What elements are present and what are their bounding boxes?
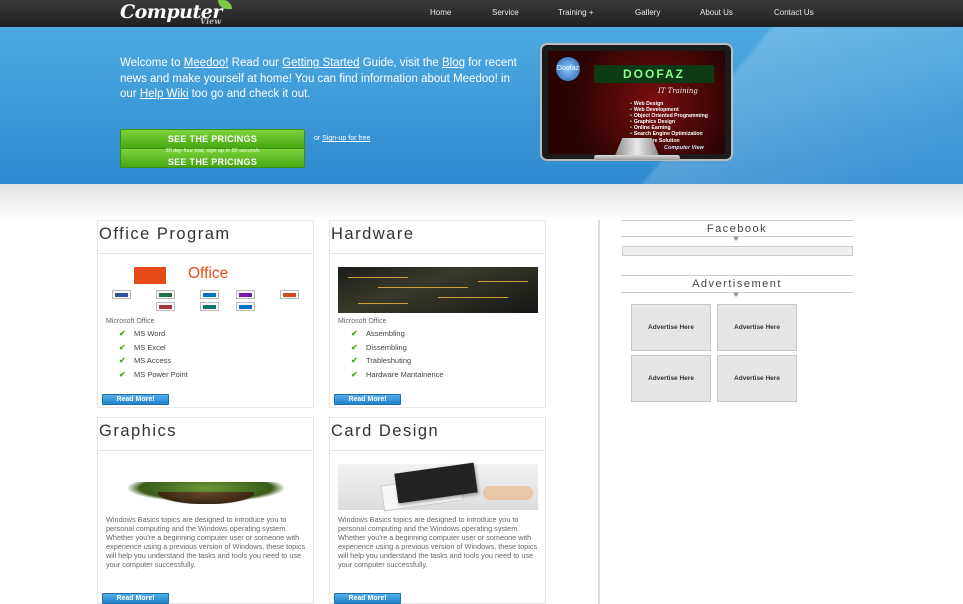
meedoo-link[interactable]: Meedoo! [184,57,229,69]
onenote-icon [236,290,255,299]
card-design-image [338,462,538,512]
screen-footer: Computer View [664,145,704,151]
facebook-title: Facebook [706,223,768,235]
list-item: ✔ MS Access [119,354,188,368]
office-wordmark: Office [188,265,229,282]
word-icon [112,290,131,299]
card-title: Hardware [330,225,415,244]
check-icon: ✔ [351,370,358,380]
ad-slot[interactable]: Advertise Here [631,355,711,402]
access-icon [156,302,175,311]
signup-line: or Sign-up for free [314,135,371,142]
hero-intro-text: Welcome to Meedoo! Read our Getting Star… [120,57,517,100]
see-pricings-button[interactable]: SEE THE PRICINGS [120,129,305,149]
advertisement-title: Advertisement [692,278,782,290]
list-item: ✔ MS Power Point [119,368,188,382]
ad-slot[interactable]: Advertise Here [717,355,797,402]
list-item: ✔ MS Excel [119,341,188,355]
excel-icon [156,290,175,299]
caret-down-icon [733,293,739,297]
read-more-button[interactable]: Read More! [334,593,401,604]
card-feature-list: ✔ MS Word ✔ MS Excel ✔ MS Access ✔ MS Power … [119,327,188,382]
screen-subtitle: IT Training [658,87,698,95]
card-category: Microsoft Office [106,318,155,325]
screen-brand: DOOFAZ [594,65,714,83]
publisher-icon [200,302,219,311]
nav-gallery[interactable]: Gallery [635,8,660,17]
card-title: Office Program [98,225,231,244]
check-icon: ✔ [119,342,126,352]
card-description: Windows Basics topics are designed to in… [338,515,538,570]
doofaz-logo: Doofaz [556,57,580,81]
check-icon: ✔ [351,342,358,352]
caret-down-icon [733,237,739,241]
screen-course-list: Web Design Web Development Object Orient… [630,101,708,144]
sidebar-divider [598,220,600,604]
hardware-image [338,267,538,313]
help-wiki-link[interactable]: Help Wiki [140,88,189,100]
list-item: ✔ Hardware Mantainence [351,368,444,382]
card-title: Graphics [98,422,178,441]
check-icon: ✔ [119,329,126,338]
list-item: Search Engine Optimization [630,131,708,137]
check-icon: ✔ [351,329,358,338]
nav-about-us[interactable]: About Us [700,8,733,17]
graphics-image [106,464,306,510]
ad-slot[interactable]: Advertise Here [717,304,797,351]
nav-training[interactable]: Training + [558,8,594,17]
card-category: Microsoft Office [338,318,387,325]
top-nav: Computer View Home Service Training + Ga… [0,0,963,27]
lync-icon [236,302,255,311]
outlook-icon [200,290,219,299]
check-icon: ✔ [351,356,358,366]
logo-subtext: View [200,16,222,26]
facebook-widget[interactable] [622,246,853,256]
card-graphics: Graphics Windows Basics topics are desig… [97,417,314,604]
pricing-trial-note: 30 day free trial, sign up in 60 seconds [165,148,260,154]
ad-slot[interactable]: Advertise Here [631,304,711,351]
nav-service[interactable]: Service [492,8,519,17]
getting-started-link[interactable]: Getting Started [282,57,359,69]
list-item: ✔ Assembling [351,327,444,341]
read-more-button[interactable]: Read More! [102,593,169,604]
card-office-program: Office Program Office Microsoft Office ✔… [97,220,314,408]
check-icon: ✔ [119,370,126,380]
monitor-base [594,155,680,160]
read-more-button[interactable]: Read More! [334,394,401,405]
hero-banner: Welcome to Meedoo! Read our Getting Star… [0,27,963,184]
powerpoint-icon [280,290,299,299]
card-feature-list: ✔ Assembling ✔ Dissembling ✔ Trableshuting … [351,327,444,382]
card-description: Windows Basics topics are designed to in… [106,515,306,570]
nav-home[interactable]: Home [430,8,451,17]
list-item: ✔ MS Word [119,327,188,341]
signup-link[interactable]: Sign-up for free [322,135,370,142]
office-image: Office [106,265,306,313]
list-item: ✔ Dissembling [351,341,444,355]
check-icon: ✔ [119,356,126,366]
card-hardware: Hardware Microsoft Office ✔ Assembling ✔ D… [329,220,546,408]
blog-link[interactable]: Blog [442,57,465,69]
list-item: ✔ Trableshuting [351,354,444,368]
card-title: Card Design [330,422,440,441]
office-logo-icon [134,267,166,284]
card-card-design: Card Design Windows Basics topics are de… [329,417,546,604]
read-more-button[interactable]: Read More! [102,394,169,405]
nav-contact-us[interactable]: Contact Us [774,8,814,17]
